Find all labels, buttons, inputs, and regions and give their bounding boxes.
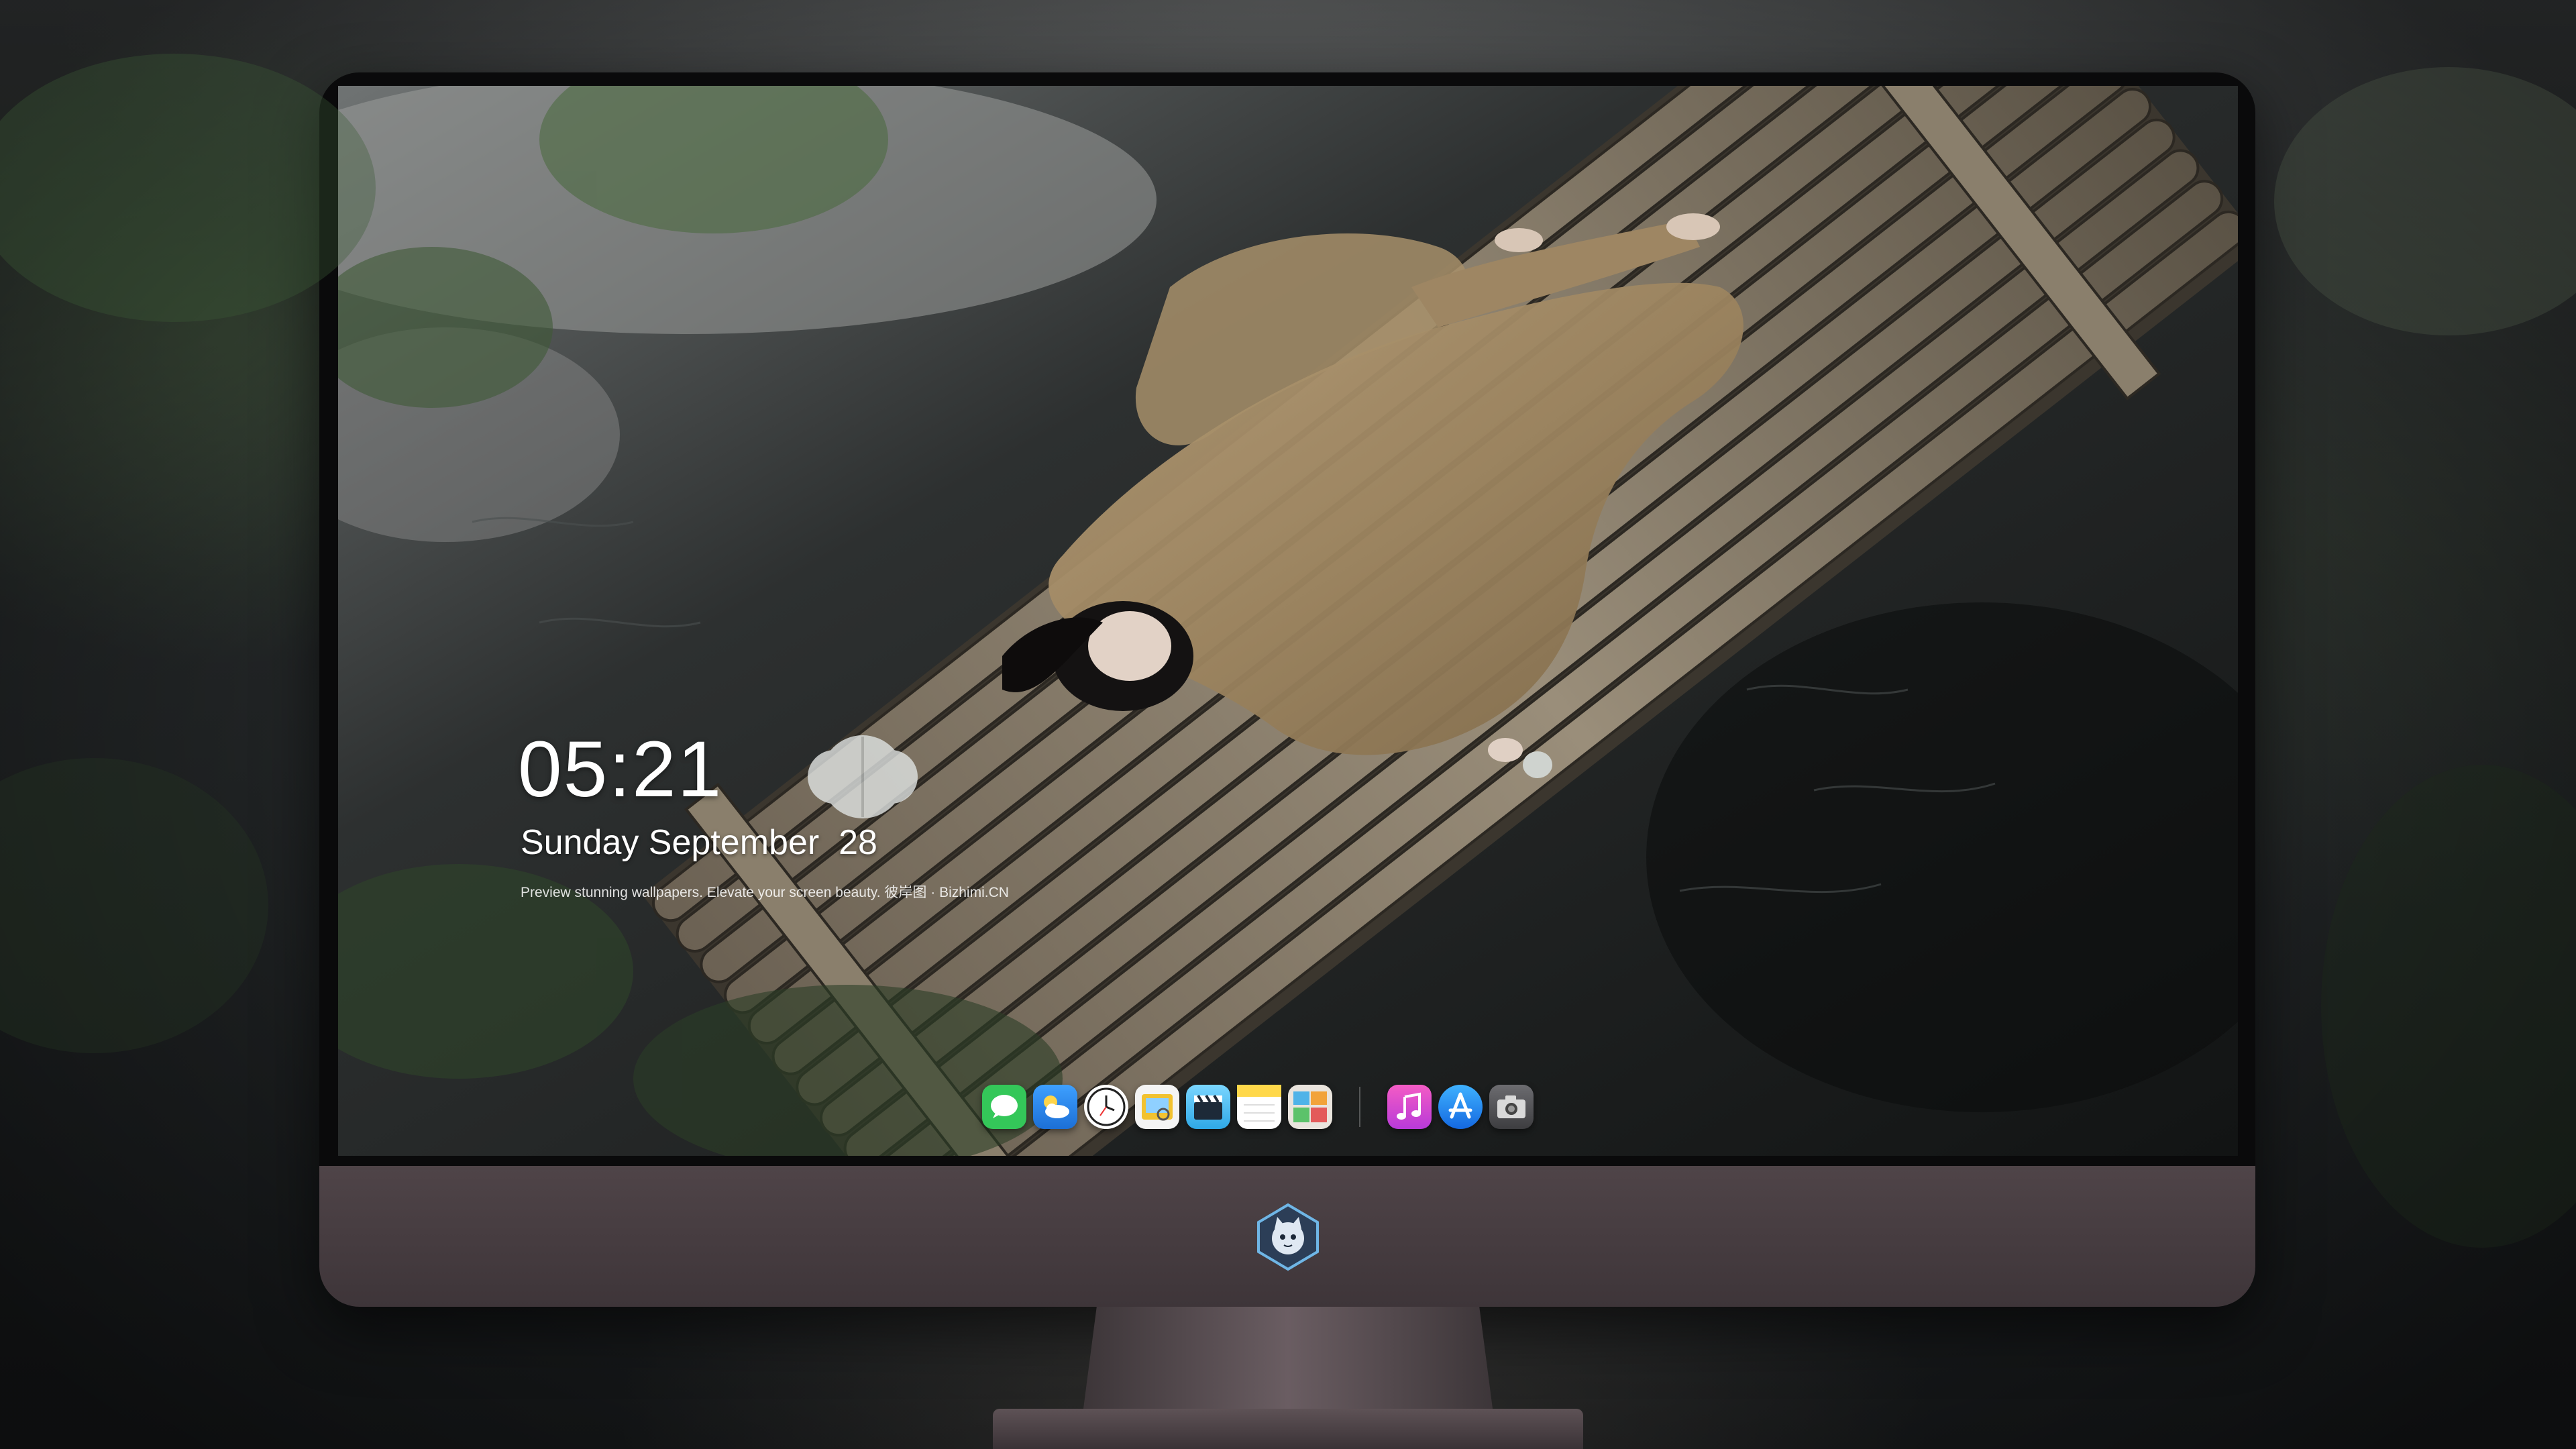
cat-mascot-icon bbox=[1257, 1203, 1319, 1271]
notes-app-button[interactable] bbox=[1237, 1085, 1281, 1129]
claquette-icon bbox=[1194, 1094, 1222, 1120]
music-app-button[interactable] bbox=[1387, 1085, 1432, 1129]
photo-board-icon bbox=[1293, 1091, 1327, 1122]
wallpaper-caption: Preview stunning wallpapers. Elevate you… bbox=[521, 885, 1009, 900]
dock-separator bbox=[1359, 1087, 1360, 1127]
lock-screen: 05:21 Sunday September 28 Preview stunni… bbox=[338, 86, 2238, 1156]
weather-app-button[interactable] bbox=[1033, 1085, 1077, 1129]
stage: 05:21 Sunday September 28 Preview stunni… bbox=[0, 0, 2576, 1449]
preview-icon bbox=[1142, 1094, 1173, 1121]
claquette-app-button[interactable] bbox=[1186, 1085, 1230, 1129]
photo-board-app-button[interactable] bbox=[1288, 1085, 1332, 1129]
screenshot-icon bbox=[1497, 1095, 1525, 1118]
wallpaper-image bbox=[338, 86, 2238, 1156]
dock bbox=[982, 1075, 1534, 1139]
app-store-button[interactable] bbox=[1438, 1085, 1483, 1129]
preview-app-button[interactable] bbox=[1135, 1085, 1179, 1129]
clock-icon bbox=[1087, 1087, 1126, 1126]
screenshot-app-button[interactable] bbox=[1489, 1085, 1534, 1129]
notes-icon bbox=[1237, 1085, 1281, 1122]
app-store-icon bbox=[1448, 1092, 1472, 1119]
clock-app-button[interactable] bbox=[1084, 1085, 1128, 1129]
weather-icon bbox=[1044, 1095, 1069, 1118]
monitor-stand-base bbox=[993, 1409, 1583, 1449]
lockscreen-date: Sunday September 28 bbox=[521, 823, 877, 862]
music-icon bbox=[1397, 1092, 1421, 1120]
lockscreen-clock: 05:21 bbox=[518, 725, 723, 814]
messages-icon bbox=[991, 1095, 1018, 1118]
messages-app-button[interactable] bbox=[982, 1085, 1026, 1129]
